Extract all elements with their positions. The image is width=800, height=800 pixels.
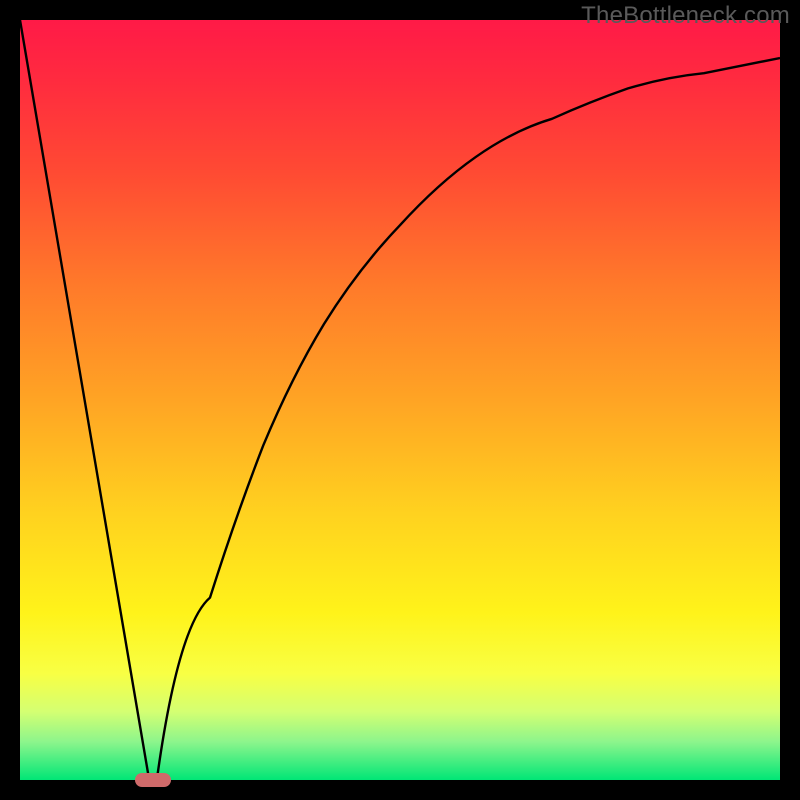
plot-area bbox=[20, 20, 780, 780]
watermark-text: TheBottleneck.com bbox=[581, 2, 790, 30]
bottleneck-curve bbox=[20, 20, 780, 780]
chart-container: TheBottleneck.com bbox=[0, 0, 800, 800]
optimal-point-marker bbox=[135, 773, 171, 787]
